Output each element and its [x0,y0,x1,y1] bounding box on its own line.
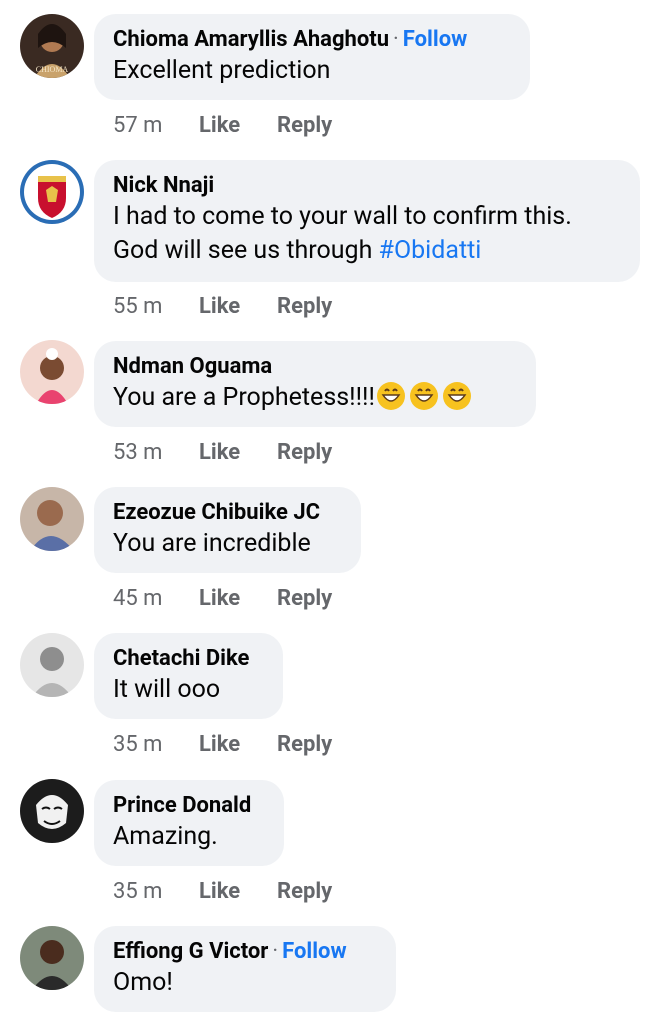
like-button[interactable]: Like [199,440,277,465]
timestamp[interactable]: 35 m [113,879,199,904]
comment-text: It will ooo [113,675,221,704]
follow-button[interactable]: Follow [282,939,347,964]
avatar[interactable] [20,633,84,697]
comment-bubble: Ndman Oguama You are a Prophetess!!!! [94,341,536,427]
author-name[interactable]: Nick Nnaji [113,173,214,198]
comment-actions: 53 m Like Reply [113,440,332,465]
comment-text: You are incredible [113,529,311,558]
comment-text: Excellent prediction [113,56,331,85]
comment-actions: 35 m Like Reply [113,879,332,904]
like-button[interactable]: Like [199,586,277,611]
timestamp[interactable]: 35 m [113,732,199,757]
avatar[interactable]: CHIOMA [20,14,84,78]
comment-text-body: I had to come to your wall to confirm th… [113,202,572,265]
reply-button[interactable]: Reply [277,732,332,757]
comment-bubble: Nick Nnaji I had to come to your wall to… [94,160,640,282]
reply-button[interactable]: Reply [277,294,332,319]
author-name[interactable]: Effiong G Victor [113,939,268,964]
comment-bubble: Chioma Amaryllis Ahaghotu · Follow Excelle… [94,14,530,100]
author-name[interactable]: Chioma Amaryllis Ahaghotu [113,27,389,52]
author-name[interactable]: Ndman Oguama [113,354,272,379]
avatar[interactable] [20,340,84,404]
comment-text: Omo! [113,968,173,997]
like-button[interactable]: Like [199,294,277,319]
reply-button[interactable]: Reply [277,440,332,465]
timestamp[interactable]: 53 m [113,440,199,465]
comment-actions: 57 m Like Reply [113,113,332,138]
like-button[interactable]: Like [199,732,277,757]
avatar[interactable] [20,779,84,843]
svg-text:CHIOMA: CHIOMA [36,65,69,74]
like-button[interactable]: Like [199,113,277,138]
comment-text-body: You are a Prophetess!!!! [113,383,375,412]
comment-text: Amazing. [113,822,218,851]
avatar[interactable] [20,926,84,990]
reply-button[interactable]: Reply [277,113,332,138]
separator-dot: · [393,27,399,52]
timestamp[interactable]: 57 m [113,113,199,138]
grinning-face-icon [376,381,472,421]
like-button[interactable]: Like [199,879,277,904]
timestamp[interactable]: 45 m [113,586,199,611]
comment-bubble: Effiong G Victor · Follow Omo! [94,926,396,1012]
follow-button[interactable]: Follow [403,27,468,52]
comment-text: You are a Prophetess!!!! [113,381,516,421]
separator-dot: · [272,939,279,964]
comment-bubble: Ezeozue Chibuike JC You are incredible [94,487,361,573]
comment-actions: 45 m Like Reply [113,586,332,611]
avatar[interactable] [20,487,84,551]
author-name[interactable]: Chetachi Dike [113,646,249,671]
comment-bubble: Prince Donald Amazing. [94,780,284,866]
timestamp[interactable]: 55 m [113,294,199,319]
comment-actions: 35 m Like Reply [113,732,332,757]
avatar[interactable] [20,160,84,224]
hashtag-link[interactable]: #Obidatti [379,236,482,265]
reply-button[interactable]: Reply [277,879,332,904]
comment-actions: 55 m Like Reply [113,294,332,319]
comment-bubble: Chetachi Dike It will ooo [94,633,283,719]
reply-button[interactable]: Reply [277,586,332,611]
author-name[interactable]: Prince Donald [113,793,251,818]
comment-text: I had to come to your wall to confirm th… [113,200,620,268]
author-name[interactable]: Ezeozue Chibuike JC [113,500,320,525]
